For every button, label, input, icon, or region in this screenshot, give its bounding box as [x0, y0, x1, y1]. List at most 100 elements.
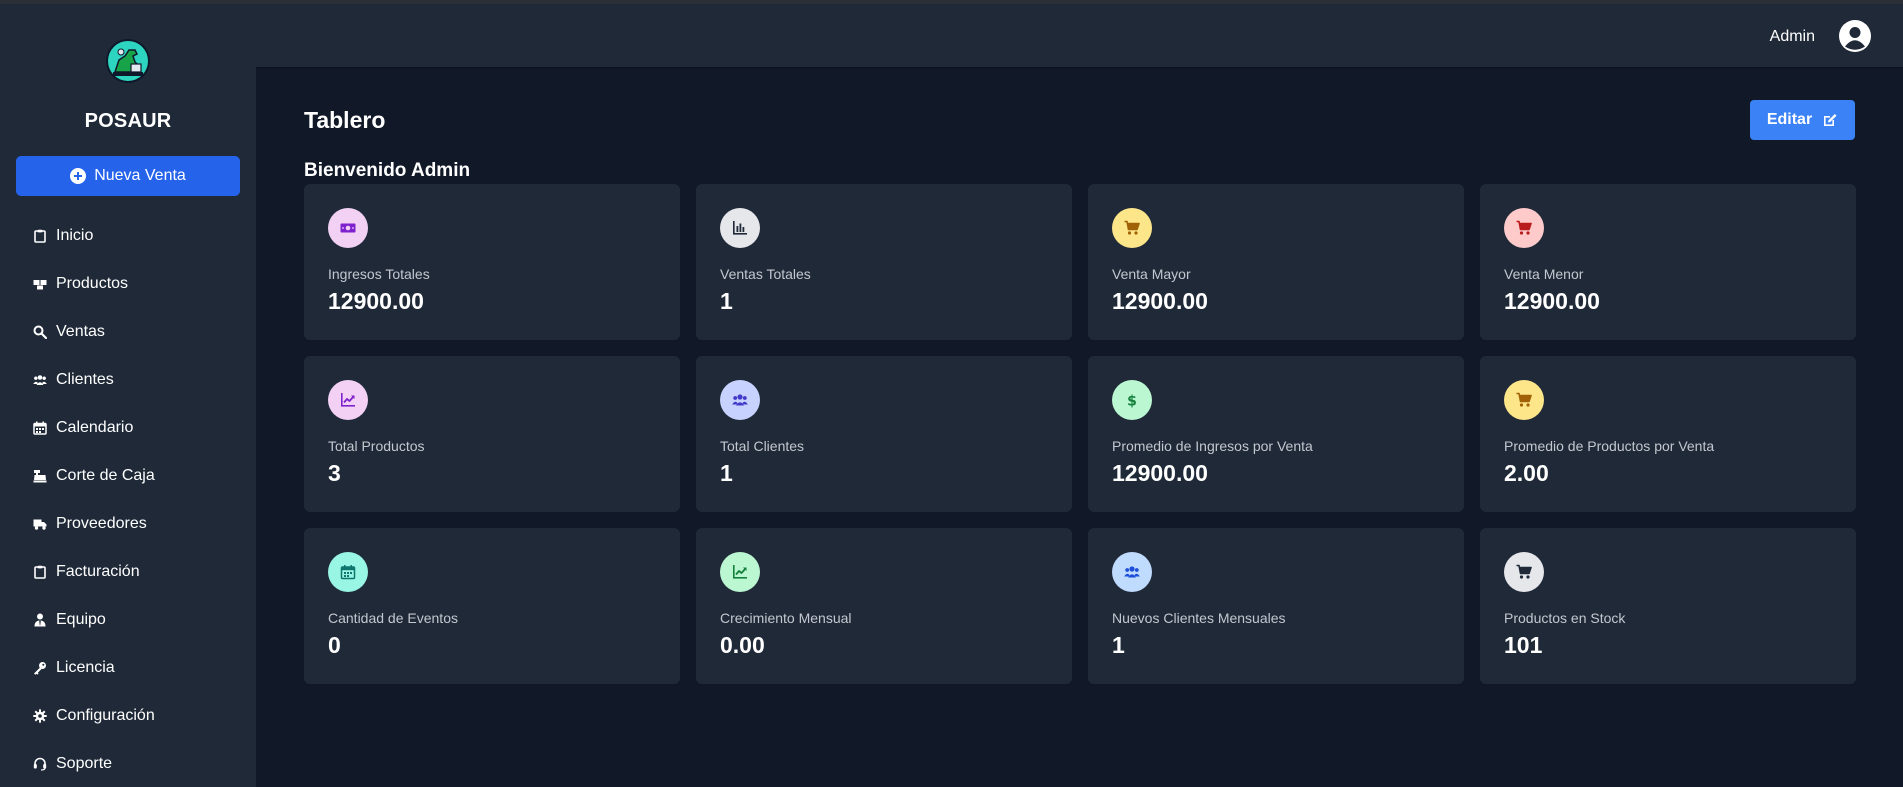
sidebar-item-productos[interactable]: Productos [0, 260, 256, 308]
sidebar: POSAUR Nueva Venta Inicio Productos Vent… [0, 4, 256, 787]
user-tie-icon [32, 612, 48, 628]
stat-label: Venta Mayor [1112, 266, 1191, 282]
edit-button-label: Editar [1766, 111, 1813, 128]
cart-icon [1504, 380, 1544, 420]
new-sale-button[interactable]: Nueva Venta [16, 156, 240, 196]
stat-value: 1 [720, 460, 733, 486]
stat-label: Crecimiento Mensual [720, 610, 852, 626]
cart-icon [1504, 552, 1544, 592]
new-sale-label: Nueva Venta [94, 167, 186, 184]
bar-chart-icon [720, 208, 760, 248]
stat-label: Productos en Stock [1504, 610, 1626, 626]
dollar-icon: $ [1112, 380, 1152, 420]
sidebar-item-equipo[interactable]: Equipo [0, 596, 256, 644]
sidebar-item-proveedores[interactable]: Proveedores [0, 500, 256, 548]
key-icon [32, 660, 48, 676]
sidebar-item-label: Licencia [56, 659, 115, 676]
stat-card: Cantidad de Eventos 0 [304, 528, 680, 684]
sidebar-item-configuracion[interactable]: Configuración [0, 692, 256, 740]
clipboard-icon [32, 564, 48, 580]
stat-card: Promedio de Productos por Venta 2.00 [1480, 356, 1856, 512]
stat-label: Venta Menor [1504, 266, 1584, 282]
user-avatar-icon[interactable] [1839, 20, 1871, 52]
stat-value: 101 [1504, 632, 1543, 658]
sidebar-item-facturacion[interactable]: Facturación [0, 548, 256, 596]
sidebar-item-label: Configuración [56, 707, 155, 724]
stat-value: 0 [328, 632, 341, 658]
top-header: Admin [256, 4, 1903, 68]
stat-label: Total Productos [328, 438, 425, 454]
sidebar-item-inicio[interactable]: Inicio [0, 212, 256, 260]
users-icon [720, 380, 760, 420]
stat-value: 1 [720, 288, 733, 314]
sidebar-item-label: Soporte [56, 755, 113, 772]
stat-value: 2.00 [1504, 460, 1549, 486]
stat-label: Total Clientes [720, 438, 805, 454]
stat-value: 12900.00 [328, 288, 424, 314]
sidebar-item-calendario[interactable]: Calendario [0, 404, 256, 452]
stat-card: Nuevos Clientes Mensuales 1 [1088, 528, 1464, 684]
calendar-icon [328, 552, 368, 592]
stat-card: Venta Mayor 12900.00 [1088, 184, 1464, 340]
headset-icon [32, 756, 48, 772]
sidebar-item-label: Inicio [56, 227, 94, 244]
stat-card: Total Clientes 1 [696, 356, 1072, 512]
users-icon [32, 372, 48, 388]
sidebar-item-soporte[interactable]: Soporte [0, 740, 256, 787]
sidebar-item-label: Corte de Caja [56, 467, 155, 484]
cart-icon [1504, 208, 1544, 248]
svg-text:$: $ [1127, 394, 1137, 409]
gear-icon [32, 708, 48, 724]
stat-label: Ingresos Totales [328, 266, 430, 282]
stat-card: Productos en Stock 101 [1480, 528, 1856, 684]
stat-label: Cantidad de Eventos [328, 610, 458, 626]
calendar-icon [32, 420, 48, 436]
sidebar-item-label: Calendario [56, 419, 134, 436]
stat-card: Ventas Totales 1 [696, 184, 1072, 340]
chart-line-icon [720, 552, 760, 592]
sidebar-item-label: Ventas [56, 323, 105, 340]
sidebar-item-licencia[interactable]: Licencia [0, 644, 256, 692]
stats-grid: Ingresos Totales 12900.00 Ventas Totales 1 V… [304, 184, 1856, 684]
page-title: Tablero [304, 107, 386, 133]
clipboard-icon [32, 228, 48, 244]
money-bill-icon [328, 208, 368, 248]
logo-icon [105, 38, 151, 84]
boxes-icon [32, 276, 48, 292]
stat-value: 3 [328, 460, 341, 486]
sidebar-item-label: Facturación [56, 563, 140, 580]
search-icon [32, 324, 48, 340]
edit-button[interactable]: Editar [1750, 100, 1855, 140]
stat-value: 0.00 [720, 632, 765, 658]
stat-card: Ingresos Totales 12900.00 [304, 184, 680, 340]
cart-icon [1112, 208, 1152, 248]
stat-label: Ventas Totales [720, 266, 811, 282]
stat-card: Venta Menor 12900.00 [1480, 184, 1856, 340]
users-icon [1112, 552, 1152, 592]
stat-label: Promedio de Ingresos por Venta [1112, 438, 1313, 454]
plus-circle-icon [70, 168, 87, 184]
stat-card: Crecimiento Mensual 0.00 [696, 528, 1072, 684]
stat-label: Promedio de Productos por Venta [1504, 438, 1715, 454]
sidebar-item-label: Equipo [56, 611, 106, 628]
stat-value: 12900.00 [1112, 288, 1208, 314]
stat-value: 12900.00 [1504, 288, 1600, 314]
truck-icon [32, 516, 48, 532]
stat-label: Nuevos Clientes Mensuales [1112, 610, 1286, 626]
brand-name: POSAUR [84, 110, 172, 132]
sidebar-item-label: Clientes [56, 371, 114, 388]
stat-card: $ Promedio de Ingresos por Venta 12900.00 [1088, 356, 1464, 512]
welcome-message: Bienvenido Admin [304, 160, 471, 181]
stat-value: 12900.00 [1112, 460, 1208, 486]
edit-icon [1824, 114, 1837, 126]
sidebar-item-ventas[interactable]: Ventas [0, 308, 256, 356]
sidebar-item-clientes[interactable]: Clientes [0, 356, 256, 404]
cash-register-icon [32, 468, 48, 484]
sidebar-item-corte-de-caja[interactable]: Corte de Caja [0, 452, 256, 500]
stat-value: 1 [1112, 632, 1125, 658]
stat-card: Total Productos 3 [304, 356, 680, 512]
user-name[interactable]: Admin [1770, 28, 1815, 46]
sidebar-item-label: Productos [56, 275, 129, 292]
sidebar-item-label: Proveedores [56, 515, 147, 532]
sidebar-nav: Inicio Productos Ventas Clientes Calenda… [0, 212, 256, 787]
